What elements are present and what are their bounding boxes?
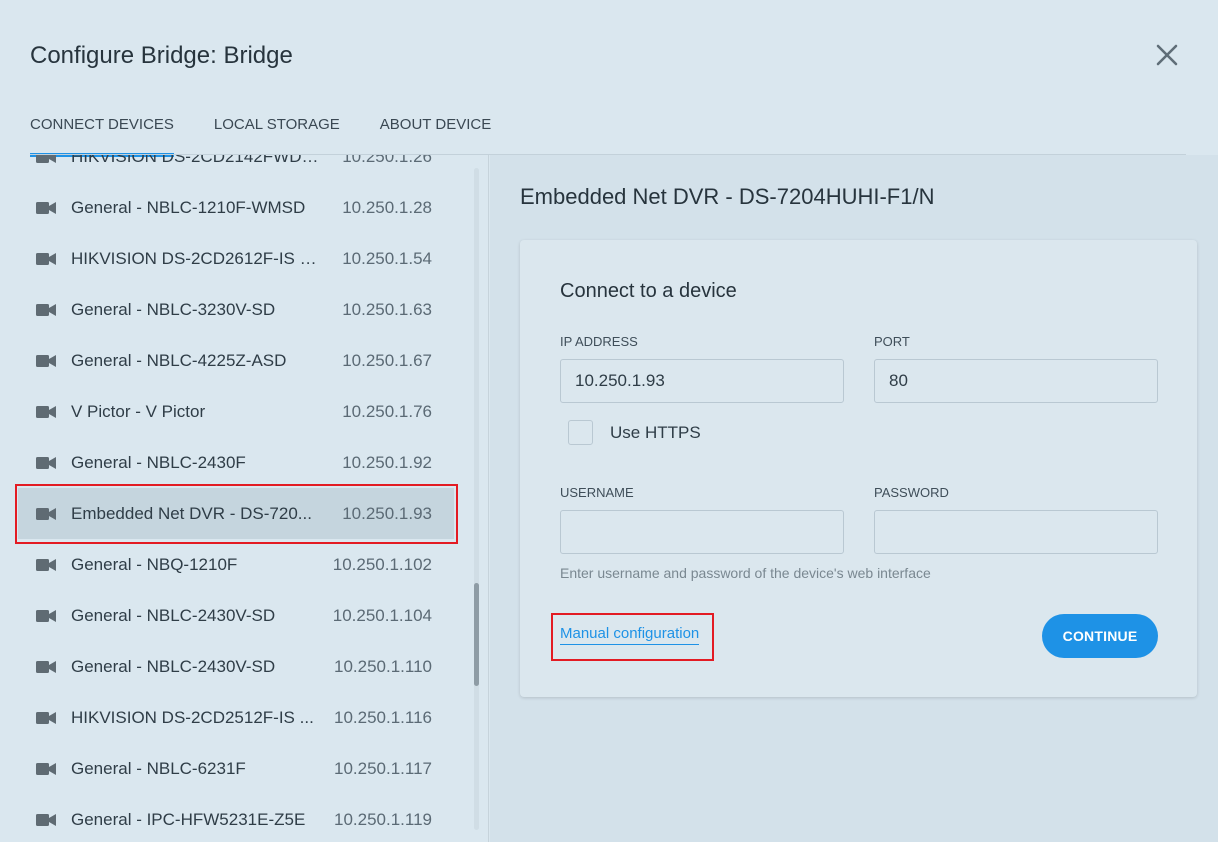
device-list-item[interactable]: General - NBLC-2430V-SD 10.250.1.110: [18, 641, 454, 692]
device-name: HIKVISION DS-2CD2142FWD-...: [71, 155, 321, 166]
device-name: HIKVISION DS-2CD2512F-IS ...: [71, 707, 314, 727]
card-title: Connect to a device: [560, 280, 737, 302]
video-camera-icon: [36, 813, 56, 826]
device-list-item[interactable]: General - NBLC-2430V-SD 10.250.1.104: [18, 590, 454, 641]
device-ip: 10.250.1.76: [342, 401, 432, 421]
device-ip: 10.250.1.54: [342, 248, 432, 268]
video-camera-icon: [36, 155, 56, 163]
device-ip: 10.250.1.102: [332, 554, 432, 574]
device-ip: 10.250.1.67: [342, 350, 432, 370]
dialog-title: Configure Bridge: Bridge: [30, 42, 293, 69]
video-camera-icon: [36, 609, 56, 622]
device-list: HIKVISION DS-2CD2142FWD-... 10.250.1.26 Ge…: [0, 155, 489, 842]
use-https-label: Use HTTPS: [610, 423, 701, 442]
device-ip: 10.250.1.28: [342, 197, 432, 217]
device-ip: 10.250.1.117: [334, 758, 432, 778]
video-camera-icon: [36, 303, 56, 316]
close-button[interactable]: [1152, 40, 1182, 70]
tab-local-storage[interactable]: LOCAL STORAGE: [214, 116, 340, 154]
device-ip: 10.250.1.93: [342, 503, 432, 523]
device-list-item[interactable]: HIKVISION DS-2CD2142FWD-... 10.250.1.26: [18, 155, 454, 182]
device-list-item[interactable]: HIKVISION DS-2CD2512F-IS ... 10.250.1.116: [18, 692, 454, 743]
video-camera-icon: [36, 201, 56, 214]
credentials-hint: Enter username and password of the devic…: [560, 565, 931, 581]
username-label: USERNAME: [560, 485, 634, 500]
device-ip: 10.250.1.104: [332, 605, 432, 625]
video-camera-icon: [36, 558, 56, 571]
device-name: General - NBLC-2430F: [71, 452, 246, 472]
device-ip: 10.250.1.116: [334, 707, 432, 727]
video-camera-icon: [36, 711, 56, 724]
video-camera-icon: [36, 660, 56, 673]
device-name: General - NBLC-3230V-SD: [71, 299, 276, 319]
password-field[interactable]: [874, 510, 1158, 554]
device-name: V Pictor - V Pictor: [71, 401, 206, 421]
device-name: Embedded Net DVR - DS-720...: [71, 503, 312, 523]
device-list-item[interactable]: General - NBLC-1210F-WMSD 10.250.1.28: [18, 182, 454, 233]
ip-address-label: IP ADDRESS: [560, 334, 638, 349]
device-list-item[interactable]: General - NBLC-6231F 10.250.1.117: [18, 743, 454, 794]
device-list-item[interactable]: General - NBLC-4225Z-ASD 10.250.1.67: [18, 335, 454, 386]
scrollbar-thumb[interactable]: [474, 583, 479, 686]
device-ip: 10.250.1.63: [342, 299, 432, 319]
device-list-item[interactable]: Embedded Net DVR - DS-720... 10.250.1.93: [18, 488, 454, 539]
device-name: General - IPC-HFW5231E-Z5E: [71, 809, 306, 829]
close-icon: [1156, 44, 1178, 66]
video-camera-icon: [36, 252, 56, 265]
video-camera-icon: [36, 354, 56, 367]
device-list-item[interactable]: General - NBQ-1210F 10.250.1.102: [18, 539, 454, 590]
password-label: PASSWORD: [874, 485, 949, 500]
username-field[interactable]: [560, 510, 844, 554]
video-camera-icon: [36, 405, 56, 418]
device-list-item[interactable]: HIKVISION DS-2CD2612F-IS - ... 10.250.1.5…: [18, 233, 454, 284]
video-camera-icon: [36, 456, 56, 469]
device-name: General - NBQ-1210F: [71, 554, 238, 574]
device-ip: 10.250.1.119: [334, 809, 432, 829]
device-name: General - NBLC-2430V-SD: [71, 605, 276, 625]
device-name: HIKVISION DS-2CD2612F-IS - ...: [71, 248, 321, 268]
device-name: General - NBLC-1210F-WMSD: [71, 197, 306, 217]
tab-bar: CONNECT DEVICES LOCAL STORAGE ABOUT DEVI…: [30, 116, 531, 157]
use-https-checkbox[interactable]: [568, 420, 593, 445]
device-ip: 10.250.1.110: [334, 656, 432, 676]
device-list-item[interactable]: V Pictor - V Pictor 10.250.1.76: [18, 386, 454, 437]
device-ip: 10.250.1.26: [342, 155, 432, 166]
manual-configuration-link[interactable]: Manual configuration: [560, 625, 700, 645]
video-camera-icon: [36, 762, 56, 775]
tab-about-device[interactable]: ABOUT DEVICE: [380, 116, 491, 154]
device-name: General - NBLC-2430V-SD: [71, 656, 276, 676]
device-name: General - NBLC-4225Z-ASD: [71, 350, 287, 370]
device-list-item[interactable]: General - NBLC-3230V-SD 10.250.1.63: [18, 284, 454, 335]
device-list-item[interactable]: General - NBLC-2430F 10.250.1.92: [18, 437, 454, 488]
port-field[interactable]: 80: [874, 359, 1158, 403]
device-name: General - NBLC-6231F: [71, 758, 246, 778]
ip-address-field[interactable]: 10.250.1.93: [560, 359, 844, 403]
device-ip: 10.250.1.92: [342, 452, 432, 472]
video-camera-icon: [36, 507, 56, 520]
port-label: PORT: [874, 334, 910, 349]
tab-connect-devices[interactable]: CONNECT DEVICES: [30, 116, 174, 157]
continue-button[interactable]: CONTINUE: [1042, 614, 1158, 658]
device-title: Embedded Net DVR - DS-7204HUHI-F1/N: [520, 184, 935, 209]
device-list-item[interactable]: General - IPC-HFW5231E-Z5E 10.250.1.119: [18, 794, 454, 842]
scrollbar-track[interactable]: [474, 168, 479, 830]
